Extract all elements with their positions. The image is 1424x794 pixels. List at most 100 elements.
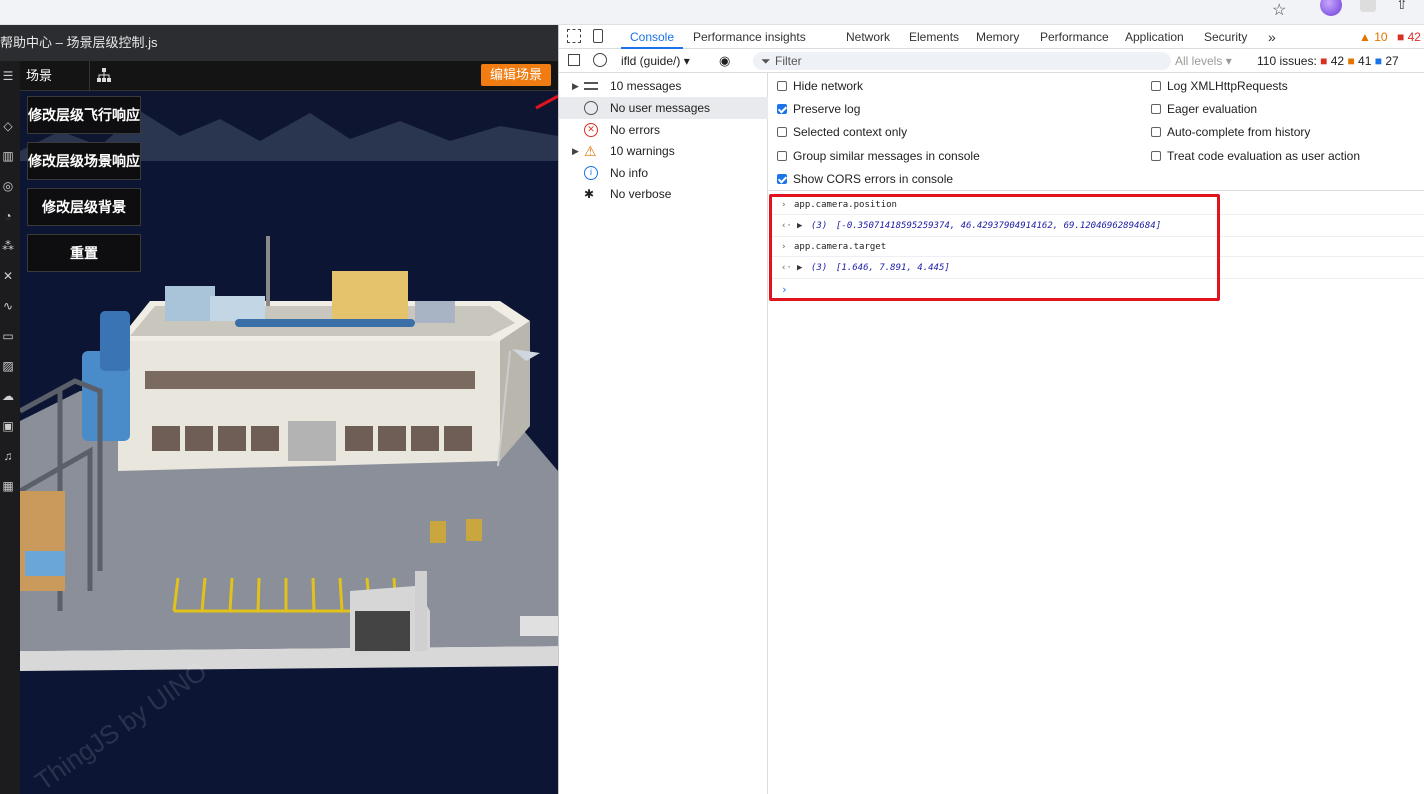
extensions-menu-icon[interactable]: ⇧: [1396, 0, 1408, 13]
bookmark-star-icon[interactable]: ☆: [1272, 0, 1286, 20]
sidebar-toggle-icon[interactable]: [568, 54, 580, 66]
live-expression-eye-icon[interactable]: ◉: [719, 53, 730, 69]
context-select[interactable]: ifld (guide/) ▾: [621, 52, 705, 70]
tab-console[interactable]: Console: [621, 25, 683, 49]
warning-count: 10: [1374, 30, 1388, 44]
chart-icon[interactable]: ∿: [0, 299, 16, 313]
issues-counter[interactable]: 110 issues: ■ 42 ■ 41 ■ 27: [1257, 52, 1399, 70]
menu-icon[interactable]: ☰: [0, 69, 16, 83]
issues-warnings: 41: [1358, 54, 1372, 68]
issues-label: 110 issues:: [1257, 54, 1317, 68]
music-icon[interactable]: ♫: [0, 449, 16, 463]
checkbox-box[interactable]: [1151, 104, 1161, 114]
checkbox-box[interactable]: [1151, 81, 1161, 91]
checkbox-box[interactable]: [777, 151, 787, 161]
hierarchy-icon[interactable]: [96, 67, 112, 83]
sidebar-item-verbose[interactable]: ✱ No verbose: [559, 183, 768, 205]
tab-network[interactable]: Network: [846, 25, 890, 49]
tool-icon[interactable]: ✕: [0, 269, 16, 283]
console-toolbar: ifld (guide/) ▾ ◉ ⏷ Filter All levels ▾ …: [559, 49, 1424, 73]
group-icon[interactable]: ⁂: [0, 239, 16, 253]
expand-arrow-icon[interactable]: ▶: [572, 75, 579, 97]
checkbox-label: Log XMLHttpRequests: [1167, 79, 1288, 93]
checkbox-label: Treat code evaluation as user action: [1167, 149, 1361, 163]
tab-memory[interactable]: Memory: [976, 25, 1019, 49]
checkbox-box[interactable]: [777, 174, 787, 184]
grid-icon[interactable]: ▦: [0, 479, 16, 493]
sidebar-item-messages[interactable]: ▶ 10 messages: [559, 75, 768, 97]
checkbox-label: Group similar messages in console: [793, 149, 980, 163]
device-toolbar-icon[interactable]: [593, 29, 603, 43]
cube-icon[interactable]: ◇: [0, 119, 16, 133]
modify-background-button[interactable]: 修改层级背景: [27, 188, 141, 226]
clock-icon[interactable]: ◔: [0, 209, 16, 223]
thingjs-app: 帮助中心 – 场景层级控制.js ☰ ◇ ▥ ◎ ◔ ⁂ ✕ ∿ ▭ ▨ ☁ ▣…: [0, 25, 558, 794]
inspect-icon[interactable]: [567, 29, 581, 43]
left-rail: ☰ ◇ ▥ ◎ ◔ ⁂ ✕ ∿ ▭ ▨ ☁ ▣ ♫ ▦: [0, 61, 20, 794]
tab-scene[interactable]: 场景: [20, 61, 90, 91]
levels-label: All levels: [1175, 54, 1223, 68]
expand-arrow-icon[interactable]: ▶: [572, 140, 579, 162]
sidebar-item-label: No user messages: [610, 101, 711, 115]
3d-viewport[interactable]: 修改层级飞行响应 修改层级场景响应 修改层级背景 重置 ThingJS by U…: [20, 91, 558, 794]
checkbox-box[interactable]: [777, 81, 787, 91]
sidebar-item-errors[interactable]: ✕ No errors: [559, 119, 768, 141]
error-count: 42: [1407, 30, 1421, 44]
console-sidebar: ▶ 10 messages No user messages ✕ No erro…: [559, 73, 768, 794]
checkbox-label: Show CORS errors in console: [793, 172, 954, 186]
picture-icon[interactable]: ▣: [0, 419, 16, 433]
devtools-panel: Console Performance insights Network Ele…: [558, 25, 1424, 794]
extension-icon[interactable]: [1360, 0, 1376, 12]
globe-icon[interactable]: ◎: [0, 179, 16, 193]
error-icon: ✕: [584, 123, 598, 137]
checkbox-label: Preserve log: [793, 102, 861, 116]
user-icon: [584, 101, 598, 115]
scene-header: 场景 编辑场景: [20, 61, 558, 91]
checkbox-label: Hide network: [793, 79, 864, 93]
issues-errors: 42: [1330, 54, 1345, 68]
tab-elements[interactable]: Elements: [909, 25, 959, 49]
bug-icon: ✱: [584, 187, 595, 201]
filter-icon: ⏷: [761, 54, 771, 68]
building-icon[interactable]: ▥: [0, 149, 16, 163]
reset-button[interactable]: 重置: [27, 234, 141, 272]
clear-console-icon[interactable]: [593, 53, 607, 67]
tab-performance[interactable]: Performance: [1040, 25, 1109, 49]
sidebar-item-label: No verbose: [610, 187, 672, 201]
list-icon: [584, 82, 598, 90]
filter-input[interactable]: ⏷ Filter: [753, 52, 1171, 70]
app-title: 帮助中心 – 场景层级控制.js: [0, 25, 558, 61]
tab-performance-insights[interactable]: Performance insights: [693, 25, 806, 49]
more-tabs-icon[interactable]: »: [1268, 25, 1276, 49]
panel-icon[interactable]: ▭: [0, 329, 16, 343]
checkbox-box[interactable]: [777, 104, 787, 114]
tab-application[interactable]: Application: [1125, 25, 1184, 49]
issues-info-icon: ■: [1374, 54, 1382, 68]
filter-placeholder: Filter: [775, 54, 802, 68]
extension-icon[interactable]: [1320, 0, 1342, 16]
info-icon: i: [584, 166, 598, 180]
cloud-icon[interactable]: ☁: [0, 389, 16, 403]
browser-toolbar: ☆ ⇧: [0, 0, 1424, 25]
image-icon[interactable]: ▨: [0, 359, 16, 373]
checkbox-box[interactable]: [777, 127, 787, 137]
sidebar-item-label: No info: [610, 166, 649, 180]
log-levels-select[interactable]: All levels ▾: [1175, 52, 1241, 70]
modify-scene-response-button[interactable]: 修改层级场景响应: [27, 142, 141, 180]
error-count-badge[interactable]: ■ 42: [1397, 25, 1421, 49]
issues-info: 27: [1385, 54, 1399, 68]
sidebar-item-info[interactable]: i No info: [559, 162, 768, 184]
checkbox-label: Auto-complete from history: [1167, 125, 1311, 139]
tab-security[interactable]: Security: [1204, 25, 1247, 49]
sidebar-item-warnings[interactable]: ▶ ⚠ 10 warnings: [559, 140, 768, 162]
checkbox-box[interactable]: [1151, 151, 1161, 161]
warning-icon: ⚠: [584, 143, 597, 159]
checkbox-box[interactable]: [1151, 127, 1161, 137]
warning-count-badge[interactable]: ▲ 10: [1359, 25, 1388, 49]
sidebar-item-label: 10 warnings: [610, 144, 675, 158]
context-label: ifld (guide/): [621, 54, 681, 68]
modify-flight-response-button[interactable]: 修改层级飞行响应: [27, 96, 141, 134]
checkbox-label: Selected context only: [793, 125, 908, 139]
sidebar-item-user-messages[interactable]: No user messages: [559, 97, 768, 119]
issues-error-icon: ■: [1320, 54, 1328, 68]
